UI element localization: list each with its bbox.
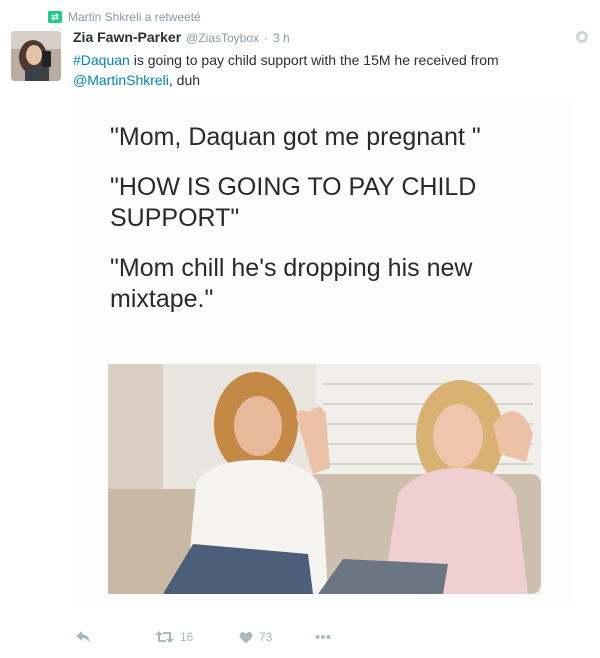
author-username[interactable]: @ZiasToybox: [186, 31, 259, 45]
avatar[interactable]: [11, 31, 61, 81]
retweet-context: ⇄ Martin Shkreli a retweeté: [48, 9, 201, 25]
meme-line-2: "HOW IS GOING TO PAY CHILD SUPPORT": [110, 173, 477, 232]
separator: ·: [264, 31, 269, 45]
retweet-button[interactable]: 16: [155, 630, 239, 644]
retweet-context-text[interactable]: Martin Shkreli a retweeté: [68, 10, 201, 24]
reply-button[interactable]: [75, 630, 155, 644]
retweet-action-icon: [155, 631, 174, 643]
tweet-text-middle: is going to pay child support with the 1…: [129, 52, 499, 68]
heart-icon: [239, 631, 253, 643]
hashtag-link[interactable]: #Daquan: [73, 52, 130, 68]
tweet-header: Zia Fawn-Parker @ZiasToybox · 3 h: [73, 29, 290, 47]
timestamp[interactable]: 3 h: [273, 31, 290, 45]
retweet-icon: ⇄: [48, 11, 62, 23]
mention-link[interactable]: @MartinShkreli: [73, 72, 169, 88]
author-name[interactable]: Zia Fawn-Parker: [73, 29, 181, 45]
more-options-icon[interactable]: [576, 31, 588, 43]
tweet-text: #Daquan is going to pay child support wi…: [73, 50, 578, 90]
retweet-count: 16: [180, 630, 194, 644]
like-button[interactable]: 73: [239, 630, 315, 644]
reply-icon: [76, 631, 90, 643]
tweet-media[interactable]: "Mom, Daquan got me pregnant " "HOW IS G…: [73, 102, 573, 602]
meme-line-1: "Mom, Daquan got me pregnant ": [110, 123, 481, 151]
tweet-text-end: , duh: [168, 72, 201, 88]
more-dots-icon: [315, 635, 331, 639]
tweet-actions: 16 73: [75, 627, 331, 647]
meme-line-3: "Mom chill he's dropping his new mixtape…: [110, 254, 473, 313]
like-count: 73: [259, 630, 273, 644]
more-actions-button[interactable]: [315, 634, 331, 640]
meme-photo: [108, 364, 541, 594]
